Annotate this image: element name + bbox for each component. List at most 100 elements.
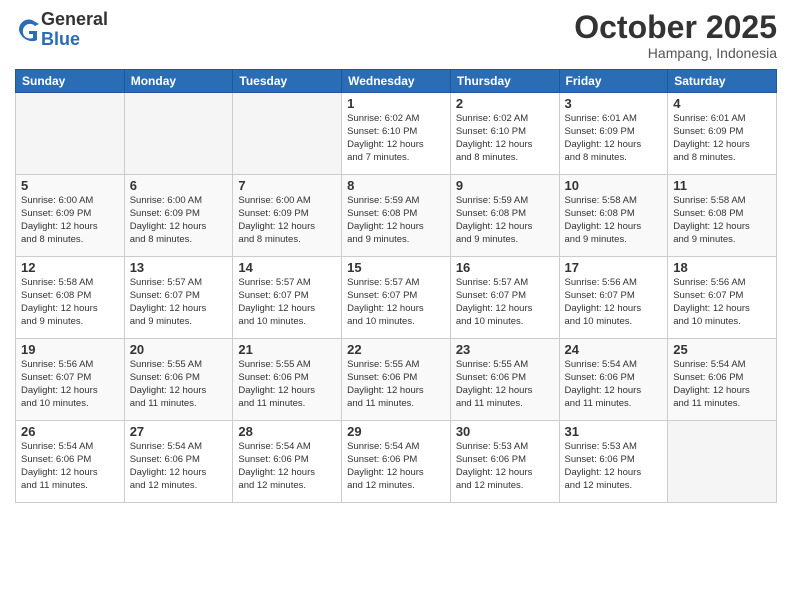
logo-text: General Blue [41,10,108,50]
weekday-header-row: Sunday Monday Tuesday Wednesday Thursday… [16,70,777,93]
day-number: 5 [21,178,119,193]
day-info: Sunrise: 5:55 AMSunset: 6:06 PMDaylight:… [456,359,554,410]
day-info: Sunrise: 5:53 AMSunset: 6:06 PMDaylight:… [456,441,554,492]
day-info: Sunrise: 6:02 AMSunset: 6:10 PMDaylight:… [456,113,554,164]
day-number: 10 [565,178,663,193]
day-number: 26 [21,424,119,439]
header-saturday: Saturday [668,70,777,93]
table-row: 28 Sunrise: 5:54 AMSunset: 6:06 PMDayligh… [233,421,342,503]
table-row [16,93,125,175]
day-info: Sunrise: 5:57 AMSunset: 6:07 PMDaylight:… [238,277,336,328]
table-row [124,93,233,175]
table-row: 17 Sunrise: 5:56 AMSunset: 6:07 PMDayligh… [559,257,668,339]
week-row-4: 19 Sunrise: 5:56 AMSunset: 6:07 PMDayligh… [16,339,777,421]
day-number: 28 [238,424,336,439]
day-info: Sunrise: 6:01 AMSunset: 6:09 PMDaylight:… [565,113,663,164]
logo-icon [17,16,41,44]
day-number: 4 [673,96,771,111]
day-number: 13 [130,260,228,275]
table-row: 3 Sunrise: 6:01 AMSunset: 6:09 PMDaylight… [559,93,668,175]
day-info: Sunrise: 5:57 AMSunset: 6:07 PMDaylight:… [130,277,228,328]
day-info: Sunrise: 5:53 AMSunset: 6:06 PMDaylight:… [565,441,663,492]
table-row: 21 Sunrise: 5:55 AMSunset: 6:06 PMDayligh… [233,339,342,421]
day-number: 9 [456,178,554,193]
day-number: 3 [565,96,663,111]
header: General Blue October 2025 Hampang, Indon… [15,10,777,61]
day-info: Sunrise: 5:56 AMSunset: 6:07 PMDaylight:… [565,277,663,328]
day-info: Sunrise: 5:59 AMSunset: 6:08 PMDaylight:… [456,195,554,246]
day-info: Sunrise: 5:54 AMSunset: 6:06 PMDaylight:… [347,441,445,492]
day-number: 15 [347,260,445,275]
header-thursday: Thursday [450,70,559,93]
table-row: 8 Sunrise: 5:59 AMSunset: 6:08 PMDaylight… [342,175,451,257]
day-number: 8 [347,178,445,193]
table-row: 14 Sunrise: 5:57 AMSunset: 6:07 PMDayligh… [233,257,342,339]
table-row: 29 Sunrise: 5:54 AMSunset: 6:06 PMDayligh… [342,421,451,503]
header-friday: Friday [559,70,668,93]
header-wednesday: Wednesday [342,70,451,93]
day-info: Sunrise: 6:00 AMSunset: 6:09 PMDaylight:… [130,195,228,246]
day-info: Sunrise: 5:58 AMSunset: 6:08 PMDaylight:… [21,277,119,328]
day-number: 29 [347,424,445,439]
table-row: 20 Sunrise: 5:55 AMSunset: 6:06 PMDayligh… [124,339,233,421]
day-info: Sunrise: 6:02 AMSunset: 6:10 PMDaylight:… [347,113,445,164]
day-number: 11 [673,178,771,193]
title-block: October 2025 Hampang, Indonesia [574,10,777,61]
day-info: Sunrise: 5:55 AMSunset: 6:06 PMDaylight:… [238,359,336,410]
day-info: Sunrise: 6:00 AMSunset: 6:09 PMDaylight:… [21,195,119,246]
day-info: Sunrise: 5:55 AMSunset: 6:06 PMDaylight:… [347,359,445,410]
week-row-1: 1 Sunrise: 6:02 AMSunset: 6:10 PMDaylight… [16,93,777,175]
header-sunday: Sunday [16,70,125,93]
week-row-5: 26 Sunrise: 5:54 AMSunset: 6:06 PMDayligh… [16,421,777,503]
table-row: 19 Sunrise: 5:56 AMSunset: 6:07 PMDayligh… [16,339,125,421]
table-row: 15Sunrise: 5:57 AMSunset: 6:07 PMDayligh… [342,257,451,339]
day-number: 16 [456,260,554,275]
table-row: 11Sunrise: 5:58 AMSunset: 6:08 PMDayligh… [668,175,777,257]
day-number: 22 [347,342,445,357]
table-row: 4 Sunrise: 6:01 AMSunset: 6:09 PMDaylight… [668,93,777,175]
day-info: Sunrise: 5:54 AMSunset: 6:06 PMDaylight:… [238,441,336,492]
day-number: 25 [673,342,771,357]
day-number: 19 [21,342,119,357]
day-number: 7 [238,178,336,193]
day-number: 30 [456,424,554,439]
table-row: 30 Sunrise: 5:53 AMSunset: 6:06 PMDayligh… [450,421,559,503]
table-row: 12 Sunrise: 5:58 AMSunset: 6:08 PMDayligh… [16,257,125,339]
day-info: Sunrise: 5:54 AMSunset: 6:06 PMDaylight:… [565,359,663,410]
table-row: 7Sunrise: 6:00 AMSunset: 6:09 PMDaylight… [233,175,342,257]
table-row: 23 Sunrise: 5:55 AMSunset: 6:06 PMDayligh… [450,339,559,421]
table-row: 13 Sunrise: 5:57 AMSunset: 6:07 PMDayligh… [124,257,233,339]
day-number: 27 [130,424,228,439]
table-row: 1 Sunrise: 6:02 AMSunset: 6:10 PMDaylight… [342,93,451,175]
header-monday: Monday [124,70,233,93]
table-row: 24 Sunrise: 5:54 AMSunset: 6:06 PMDayligh… [559,339,668,421]
header-tuesday: Tuesday [233,70,342,93]
day-number: 20 [130,342,228,357]
day-info: Sunrise: 5:55 AMSunset: 6:06 PMDaylight:… [130,359,228,410]
day-number: 12 [21,260,119,275]
logo: General Blue [15,10,108,50]
day-info: Sunrise: 6:01 AMSunset: 6:09 PMDaylight:… [673,113,771,164]
table-row: 16 Sunrise: 5:57 AMSunset: 6:07 PMDayligh… [450,257,559,339]
day-number: 17 [565,260,663,275]
day-info: Sunrise: 5:59 AMSunset: 6:08 PMDaylight:… [347,195,445,246]
day-number: 23 [456,342,554,357]
day-info: Sunrise: 5:56 AMSunset: 6:07 PMDaylight:… [21,359,119,410]
table-row: 27 Sunrise: 5:54 AMSunset: 6:06 PMDayligh… [124,421,233,503]
day-number: 24 [565,342,663,357]
day-number: 14 [238,260,336,275]
day-number: 1 [347,96,445,111]
day-number: 31 [565,424,663,439]
day-info: Sunrise: 5:54 AMSunset: 6:06 PMDaylight:… [673,359,771,410]
table-row: 9 Sunrise: 5:59 AMSunset: 6:08 PMDaylight… [450,175,559,257]
table-row: 25 Sunrise: 5:54 AMSunset: 6:06 PMDayligh… [668,339,777,421]
day-number: 21 [238,342,336,357]
location-subtitle: Hampang, Indonesia [574,45,777,61]
table-row: 22 Sunrise: 5:55 AMSunset: 6:06 PMDayligh… [342,339,451,421]
day-number: 18 [673,260,771,275]
day-info: Sunrise: 5:54 AMSunset: 6:06 PMDaylight:… [130,441,228,492]
calendar-table: Sunday Monday Tuesday Wednesday Thursday… [15,69,777,503]
day-info: Sunrise: 5:54 AMSunset: 6:06 PMDaylight:… [21,441,119,492]
day-info: Sunrise: 5:57 AMSunset: 6:07 PMDaylight:… [456,277,554,328]
table-row [668,421,777,503]
